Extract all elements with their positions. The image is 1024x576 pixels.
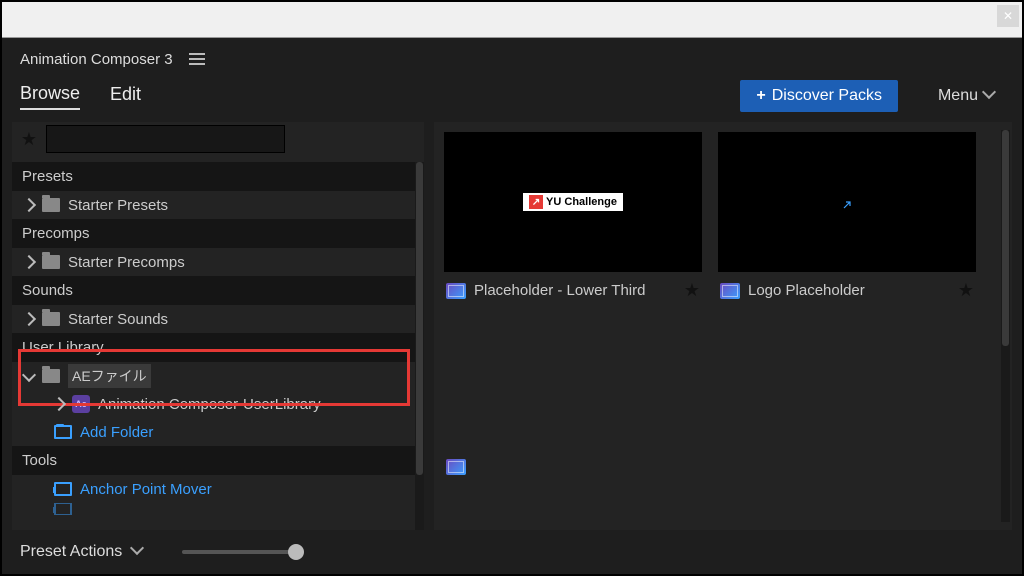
sounds-header: Sounds: [12, 276, 424, 305]
preset-actions-dropdown[interactable]: Preset Actions: [20, 543, 142, 561]
favorites-star-icon[interactable]: ★: [18, 128, 40, 150]
tree-item-starter-presets[interactable]: Starter Presets: [12, 191, 424, 219]
folder-icon: [42, 369, 60, 383]
preset-actions-label: Preset Actions: [20, 543, 122, 561]
folder-icon: [42, 255, 60, 269]
preset-thumbnail: ↗ YU Challenge: [444, 132, 702, 272]
preset-name: Placeholder - Lower Third: [474, 282, 645, 299]
preset-type-icon: [446, 283, 466, 299]
chevron-right-icon: [52, 397, 66, 411]
search-row: ★: [12, 122, 424, 156]
precomps-header: Precomps: [12, 219, 424, 248]
panel-body: Animation Composer 3 Browse Edit + Disco…: [2, 38, 1022, 574]
main-area: ★ Presets Starter Presets: [2, 122, 1022, 530]
arrow-icon: ↗: [529, 195, 543, 209]
sidebar-scrollbar[interactable]: [415, 162, 424, 530]
hamburger-icon[interactable]: [189, 53, 205, 65]
discover-packs-button[interactable]: + Discover Packs: [740, 80, 898, 112]
content-area: ↗ YU Challenge Placeholder - Lower Third…: [434, 122, 1012, 530]
tree-item-ac-userlibrary[interactable]: Ae Animation Composer-UserLibrary: [12, 390, 424, 418]
tools-header: Tools: [12, 446, 424, 475]
tabs-row: Browse Edit + Discover Packs Menu: [2, 80, 1022, 122]
user-library-header: User Library: [12, 333, 424, 362]
folder-icon: [42, 312, 60, 326]
ae-folder-label: AEファイル: [68, 364, 151, 388]
chevron-right-icon: [22, 198, 36, 212]
preset-name: Logo Placeholder: [748, 282, 865, 299]
slider-knob[interactable]: [288, 544, 304, 560]
tree-item-ae-folder[interactable]: AEファイル: [12, 362, 424, 390]
menu-button[interactable]: Menu: [928, 80, 1004, 112]
menu-label: Menu: [938, 87, 978, 105]
badge-text: YU Challenge: [546, 196, 617, 208]
preset-card[interactable]: Logo Placeholder ★: [718, 132, 976, 309]
tool-icon: [54, 482, 72, 496]
folder-icon: [42, 198, 60, 212]
sidebar: ★ Presets Starter Presets: [12, 122, 424, 530]
add-folder-icon: [54, 425, 72, 439]
ae-icon: Ae: [72, 395, 90, 413]
thumbnail-size-slider[interactable]: [182, 550, 302, 554]
window-frame: ✕ Animation Composer 3 Browse Edit + Dis…: [0, 0, 1024, 576]
tree-item-starter-precomps[interactable]: Starter Precomps: [12, 248, 424, 276]
titlebar: ✕: [2, 2, 1022, 38]
panel-header: Animation Composer 3: [2, 38, 1022, 80]
plus-icon: +: [756, 87, 765, 105]
preset-card-partial[interactable]: [444, 459, 1002, 475]
tool-icon: [54, 503, 72, 515]
tab-edit[interactable]: Edit: [110, 84, 141, 109]
tool-anchor-point-mover[interactable]: Anchor Point Mover: [12, 475, 424, 503]
tool-item-partial[interactable]: [12, 503, 424, 515]
tree-item-starter-sounds[interactable]: Starter Sounds: [12, 305, 424, 333]
preset-type-icon: [446, 459, 466, 475]
chevron-down-icon: [984, 87, 994, 105]
chevron-down-icon: [22, 367, 36, 381]
arrow-icon: [842, 197, 852, 207]
chevron-right-icon: [22, 312, 36, 326]
tab-browse[interactable]: Browse: [20, 83, 80, 110]
preset-type-icon: [720, 283, 740, 299]
close-window-button[interactable]: ✕: [997, 5, 1019, 27]
discover-packs-label: Discover Packs: [772, 87, 882, 105]
preset-label-row: Placeholder - Lower Third ★: [444, 272, 702, 309]
add-folder-button[interactable]: Add Folder: [12, 418, 424, 446]
tree: Presets Starter Presets Precomps Starter…: [12, 162, 424, 530]
lower-third-badge: ↗ YU Challenge: [523, 193, 623, 211]
preset-grid: ↗ YU Challenge Placeholder - Lower Third…: [444, 132, 1002, 309]
preset-label-row: Logo Placeholder ★: [718, 272, 976, 309]
chevron-down-icon: [132, 543, 142, 561]
favorite-star-icon[interactable]: ★: [958, 280, 974, 301]
content-scrollbar[interactable]: [1001, 130, 1010, 522]
preset-thumbnail: [718, 132, 976, 272]
preset-card[interactable]: ↗ YU Challenge Placeholder - Lower Third…: [444, 132, 702, 309]
search-input[interactable]: [46, 125, 285, 153]
presets-header: Presets: [12, 162, 424, 191]
chevron-right-icon: [22, 255, 36, 269]
panel-title: Animation Composer 3: [20, 51, 173, 68]
footer: Preset Actions: [2, 530, 1022, 574]
favorite-star-icon[interactable]: ★: [684, 280, 700, 301]
